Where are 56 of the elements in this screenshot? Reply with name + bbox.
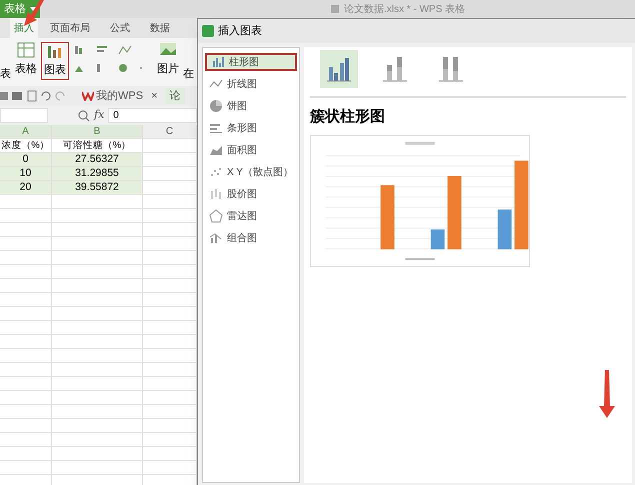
chart-type-item[interactable]: 饼图 [205,97,297,115]
doc-tab[interactable]: 我的WPS [82,88,144,104]
chart-type-icon [209,121,223,135]
file-icon [330,4,340,14]
table-cell: 31.29855 [52,167,142,180]
column-chart-icon [325,55,353,83]
table-cell: 10 [0,167,51,180]
function-label: fx [94,107,104,124]
chart-button[interactable]: 图表 [41,42,69,80]
bar-chart-icon [46,43,64,59]
chart-type-item[interactable]: 组合图 [205,229,297,247]
column-chart-icon [437,55,465,83]
arrow-icon [597,370,615,418]
close-button[interactable]: × [151,88,158,104]
chart-type-icon [209,165,223,179]
chart-type-item[interactable]: 股价图 [205,185,297,203]
doc-tab-label: 我的WPS [96,88,144,104]
chart-type-icon [209,99,223,113]
formula-field[interactable]: 0 [108,108,197,123]
ribbon-label: 表格 [15,62,37,77]
chart-type-item[interactable]: 折线图 [205,75,297,93]
column-header[interactable]: C [143,125,196,138]
chart-type-item[interactable]: 条形图 [205,119,297,137]
app-logo-icon [202,25,214,37]
wps-logo-icon [82,91,94,101]
picture-icon [159,42,177,56]
table-cell-text: 可溶性糖（%） [62,139,132,152]
subtype-title: 簇状柱形图 [310,107,386,127]
doc-tab[interactable]: 论 [166,88,184,104]
table-icon [17,42,35,58]
chart-type-item[interactable]: 面积图 [205,141,297,159]
ribbon-label: 图片 [157,62,179,77]
caret-icon [30,7,36,11]
chart-type-item[interactable]: 柱形图 [205,53,297,71]
column-chart-icon [381,55,409,83]
ribbon-label: 表 [0,67,11,82]
ribbon-tab[interactable]: 公式 [106,18,134,38]
dialog-title: 插入图表 [218,24,262,39]
subtype-option[interactable] [320,50,358,88]
table-cell: 0 [0,153,51,166]
ribbon-tab[interactable]: 数据 [146,18,174,38]
chart-type-icon [209,187,223,201]
chart-type-icon [211,55,225,69]
chart-type-item[interactable]: 雷达图 [205,207,297,225]
ribbon-tab[interactable]: 页面布局 [46,18,94,38]
search-icon [78,110,90,122]
app-label: 表格 [4,2,26,17]
ribbon-label: 在 [183,67,194,82]
table-cell: 浓度（%） [0,139,51,152]
chart-type-item[interactable]: X Y（散点图） [205,163,297,181]
table-cell: 27.56327 [52,153,142,166]
table-cell: 20 [0,181,51,194]
chart-type-icon [209,209,223,223]
chart-type-icon [209,231,223,245]
window-title: 论文数据.xlsx * - WPS 表格 [344,2,466,16]
table-cell: 39.55872 [52,181,142,194]
